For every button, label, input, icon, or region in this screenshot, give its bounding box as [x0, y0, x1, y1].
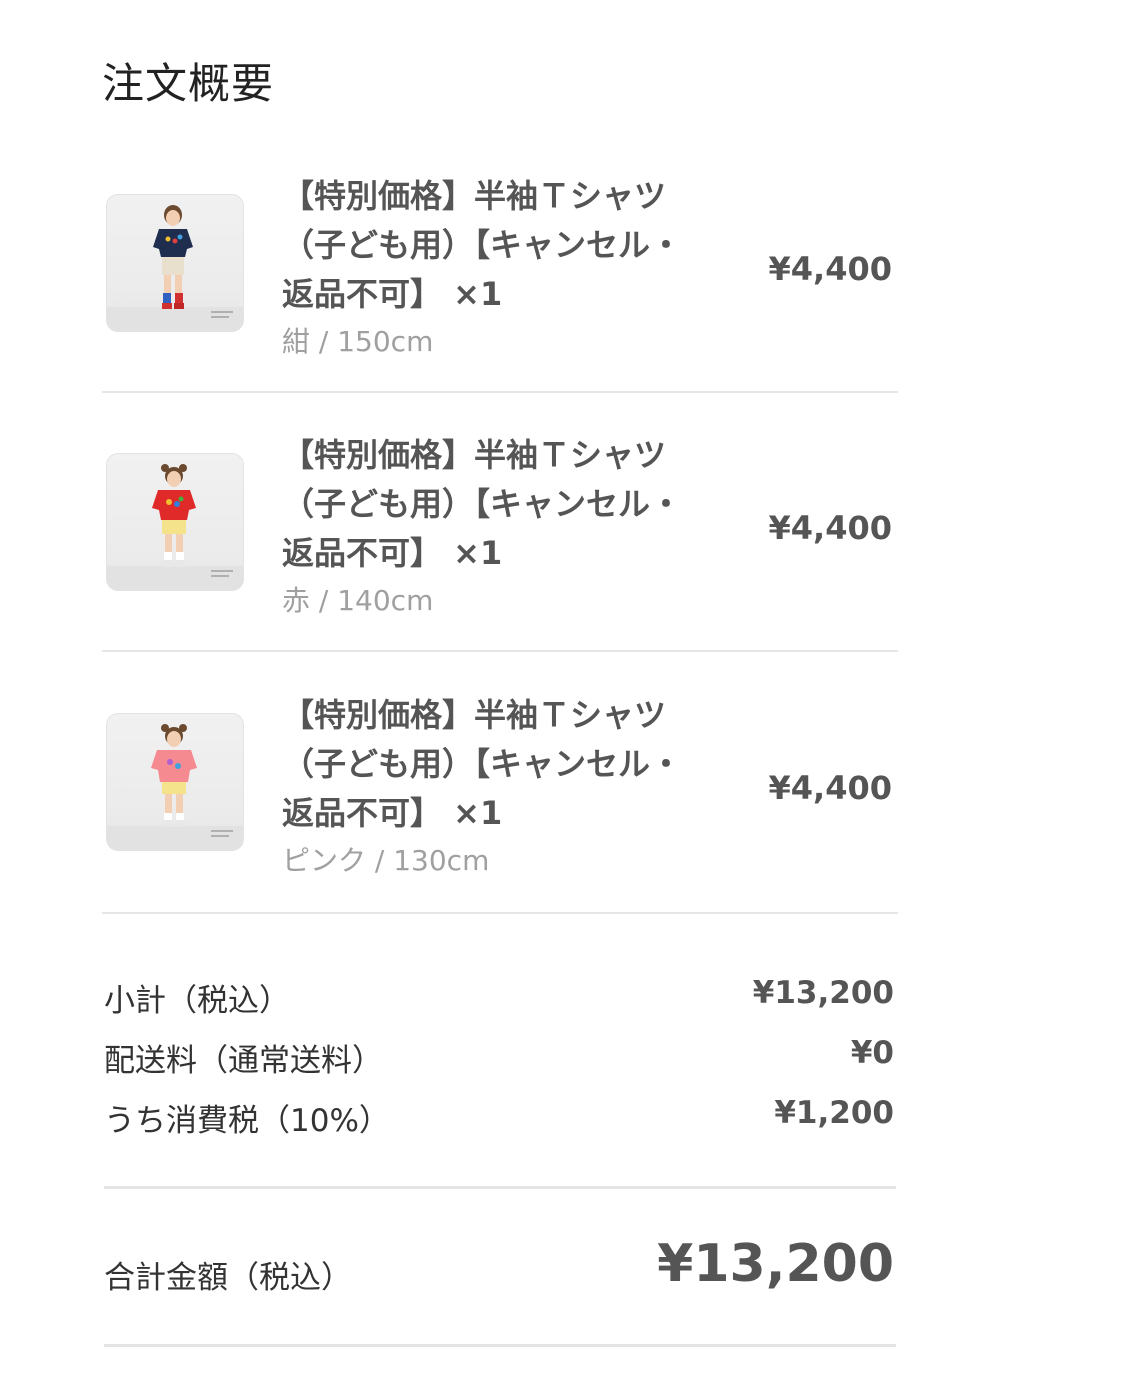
divider [102, 391, 898, 393]
total-label: 合計金額（税込） [104, 1260, 352, 1296]
item-variant: ピンク / 130cm [282, 844, 490, 877]
shipping-value: ¥0 [850, 1035, 894, 1071]
product-image[interactable] [106, 713, 244, 851]
divider [102, 912, 898, 914]
order-item[interactable]: 【特別価格】半袖Ｔシャツ （子ども用）【キャンセル・ 返品不可】 ×1 ピンク … [102, 689, 898, 889]
item-name-line: 【特別価格】半袖Ｔシャツ [282, 696, 667, 734]
child-tshirt-photo-red-icon [107, 464, 243, 590]
divider [102, 650, 898, 652]
divider [104, 1344, 896, 1347]
order-item[interactable]: 【特別価格】半袖Ｔシャツ （子ども用）【キャンセル・ 返品不可】 ×1 赤 / … [102, 429, 898, 629]
item-variant: 赤 / 140cm [282, 584, 434, 617]
tax-value: ¥1,200 [774, 1095, 894, 1131]
shipping-label: 配送料（通常送料） [104, 1043, 383, 1079]
item-name[interactable]: 【特別価格】半袖Ｔシャツ （子ども用）【キャンセル・ 返品不可】 ×1 [282, 431, 722, 578]
item-name-line: （子ども用）【キャンセル・ [282, 745, 683, 783]
item-name[interactable]: 【特別価格】半袖Ｔシャツ （子ども用）【キャンセル・ 返品不可】 ×1 [282, 691, 722, 838]
item-name-line: 返品不可】 ×1 [282, 275, 503, 313]
item-name[interactable]: 【特別価格】半袖Ｔシャツ （子ども用）【キャンセル・ 返品不可】 ×1 [282, 172, 722, 319]
tax-row: うち消費税（10%） ¥1,200 [104, 1095, 894, 1139]
total-value: ¥13,200 [657, 1234, 894, 1294]
subtotal-label: 小計（税込） [104, 983, 290, 1019]
shipping-row: 配送料（通常送料） ¥0 [104, 1035, 894, 1079]
page-title: 注文概要 [102, 59, 275, 108]
item-name-line: 【特別価格】半袖Ｔシャツ [282, 177, 667, 215]
item-price: ¥4,400 [768, 509, 892, 547]
tax-label: うち消費税（10%） [104, 1103, 390, 1139]
subtotal-value: ¥13,200 [752, 975, 894, 1011]
item-price: ¥4,400 [768, 250, 892, 288]
child-tshirt-photo-navy-icon [107, 205, 243, 331]
item-variant: 紺 / 150cm [282, 325, 434, 358]
order-item[interactable]: 【特別価格】半袖Ｔシャツ （子ども用）【キャンセル・ 返品不可】 ×1 紺 / … [102, 170, 898, 370]
item-price: ¥4,400 [768, 769, 892, 807]
product-image[interactable] [106, 194, 244, 332]
product-image[interactable] [106, 453, 244, 591]
item-name-line: （子ども用）【キャンセル・ [282, 226, 683, 264]
item-name-line: 【特別価格】半袖Ｔシャツ [282, 436, 667, 474]
divider [104, 1186, 896, 1189]
item-name-line: 返品不可】 ×1 [282, 794, 503, 832]
item-name-line: 返品不可】 ×1 [282, 534, 503, 572]
child-tshirt-photo-pink-icon [107, 724, 243, 850]
item-name-line: （子ども用）【キャンセル・ [282, 485, 683, 523]
subtotal-row: 小計（税込） ¥13,200 [104, 975, 894, 1019]
